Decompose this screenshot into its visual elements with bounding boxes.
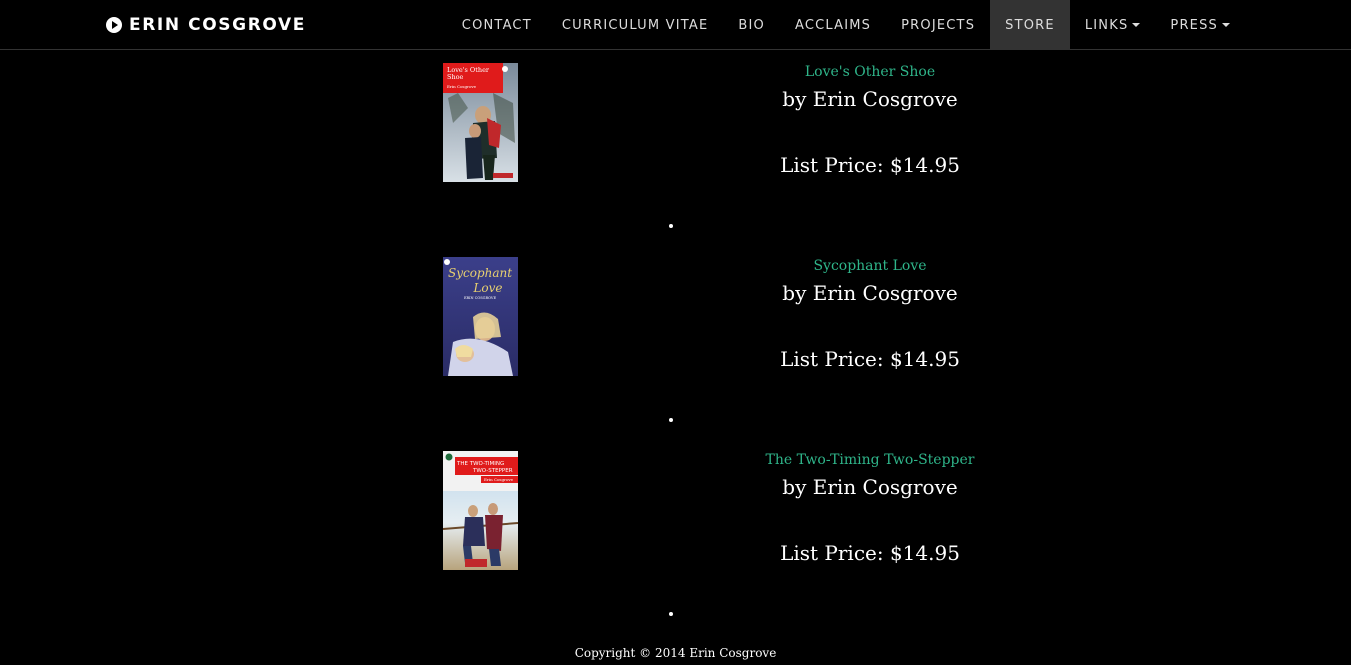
nav-label: STORE xyxy=(1005,17,1055,33)
product-item: Sycophant Love ERIN COSGROVE Sycophant L… xyxy=(0,245,1351,439)
nav-label: CONTACT xyxy=(461,17,532,33)
cover-author: ERIN COSGROVE xyxy=(464,296,496,300)
product-details: The Two-Timing Two-Stepper by Erin Cosgr… xyxy=(670,451,1070,567)
play-circle-icon xyxy=(106,17,122,33)
svg-text:TWO-STEPPER: TWO-STEPPER xyxy=(472,468,513,474)
product-title-link[interactable]: Love's Other Shoe xyxy=(670,63,1070,81)
book-cover-image[interactable]: THE TWO-TIMING TWO-STEPPER Erin Cosgrove xyxy=(443,451,518,570)
caret-down-icon xyxy=(1222,23,1230,27)
footer-copyright: Copyright © 2014 Erin Cosgrove xyxy=(574,646,777,660)
product-price: List Price: $14.95 xyxy=(780,347,960,371)
cover-author: Erin Cosgrove xyxy=(484,477,514,482)
product-price: List Price: $14.95 xyxy=(780,153,960,177)
nav-item-curriculum-vitae[interactable]: CURRICULUM VITAE xyxy=(547,0,724,50)
product-author: by Erin Cosgrove xyxy=(782,87,958,111)
product-item: Love's Other Shoe Erin Cosgrove Love's O… xyxy=(0,51,1351,245)
nav-item-bio[interactable]: BIO xyxy=(723,0,780,50)
product-price: List Price: $14.95 xyxy=(780,541,960,565)
product-details: Love's Other Shoe by Erin Cosgrove List … xyxy=(670,63,1070,179)
nav-item-acclaims[interactable]: ACCLAIMS xyxy=(780,0,886,50)
product-title-link[interactable]: The Two-Timing Two-Stepper xyxy=(670,451,1070,469)
main-nav: CONTACT CURRICULUM VITAE BIO ACCLAIMS PR… xyxy=(447,0,1245,50)
nav-label: PROJECTS xyxy=(901,17,976,33)
list-bullet xyxy=(669,612,673,616)
svg-text:Sycophant: Sycophant xyxy=(448,266,512,280)
list-bullet xyxy=(669,224,673,228)
navbar: ERIN COSGROVE CONTACT CURRICULUM VITAE B… xyxy=(0,0,1351,50)
cover-author: Erin Cosgrove xyxy=(447,84,477,89)
nav-label: CURRICULUM VITAE xyxy=(561,17,709,33)
product-details: Sycophant Love by Erin Cosgrove List Pri… xyxy=(670,257,1070,373)
product-title-link[interactable]: Sycophant Love xyxy=(670,257,1070,275)
product-item: THE TWO-TIMING TWO-STEPPER Erin Cosgrove… xyxy=(0,439,1351,633)
nav-item-projects[interactable]: PROJECTS xyxy=(886,0,990,50)
nav-label: PRESS xyxy=(1170,17,1218,33)
nav-item-store[interactable]: STORE xyxy=(990,0,1070,50)
svg-text:Shoe: Shoe xyxy=(447,73,464,81)
nav-label: LINKS xyxy=(1084,17,1129,33)
product-author: by Erin Cosgrove xyxy=(782,281,958,305)
product-author: by Erin Cosgrove xyxy=(782,475,958,499)
brand-link[interactable]: ERIN COSGROVE xyxy=(106,14,306,36)
book-cover-image[interactable]: Sycophant Love ERIN COSGROVE xyxy=(443,257,518,376)
book-cover-image[interactable]: Love's Other Shoe Erin Cosgrove xyxy=(443,63,518,182)
caret-down-icon xyxy=(1132,23,1141,27)
brand-name: ERIN COSGROVE xyxy=(129,15,306,35)
nav-label: ACCLAIMS xyxy=(794,17,872,33)
nav-item-press[interactable]: PRESS xyxy=(1155,0,1245,50)
nav-item-links[interactable]: LINKS xyxy=(1070,0,1156,50)
svg-text:THE TWO-TIMING: THE TWO-TIMING xyxy=(456,461,504,467)
nav-item-contact[interactable]: CONTACT xyxy=(447,0,547,50)
nav-label: BIO xyxy=(738,17,765,33)
list-bullet xyxy=(669,418,673,422)
product-list: Love's Other Shoe Erin Cosgrove Love's O… xyxy=(0,51,1351,633)
svg-text:Love: Love xyxy=(472,281,502,295)
